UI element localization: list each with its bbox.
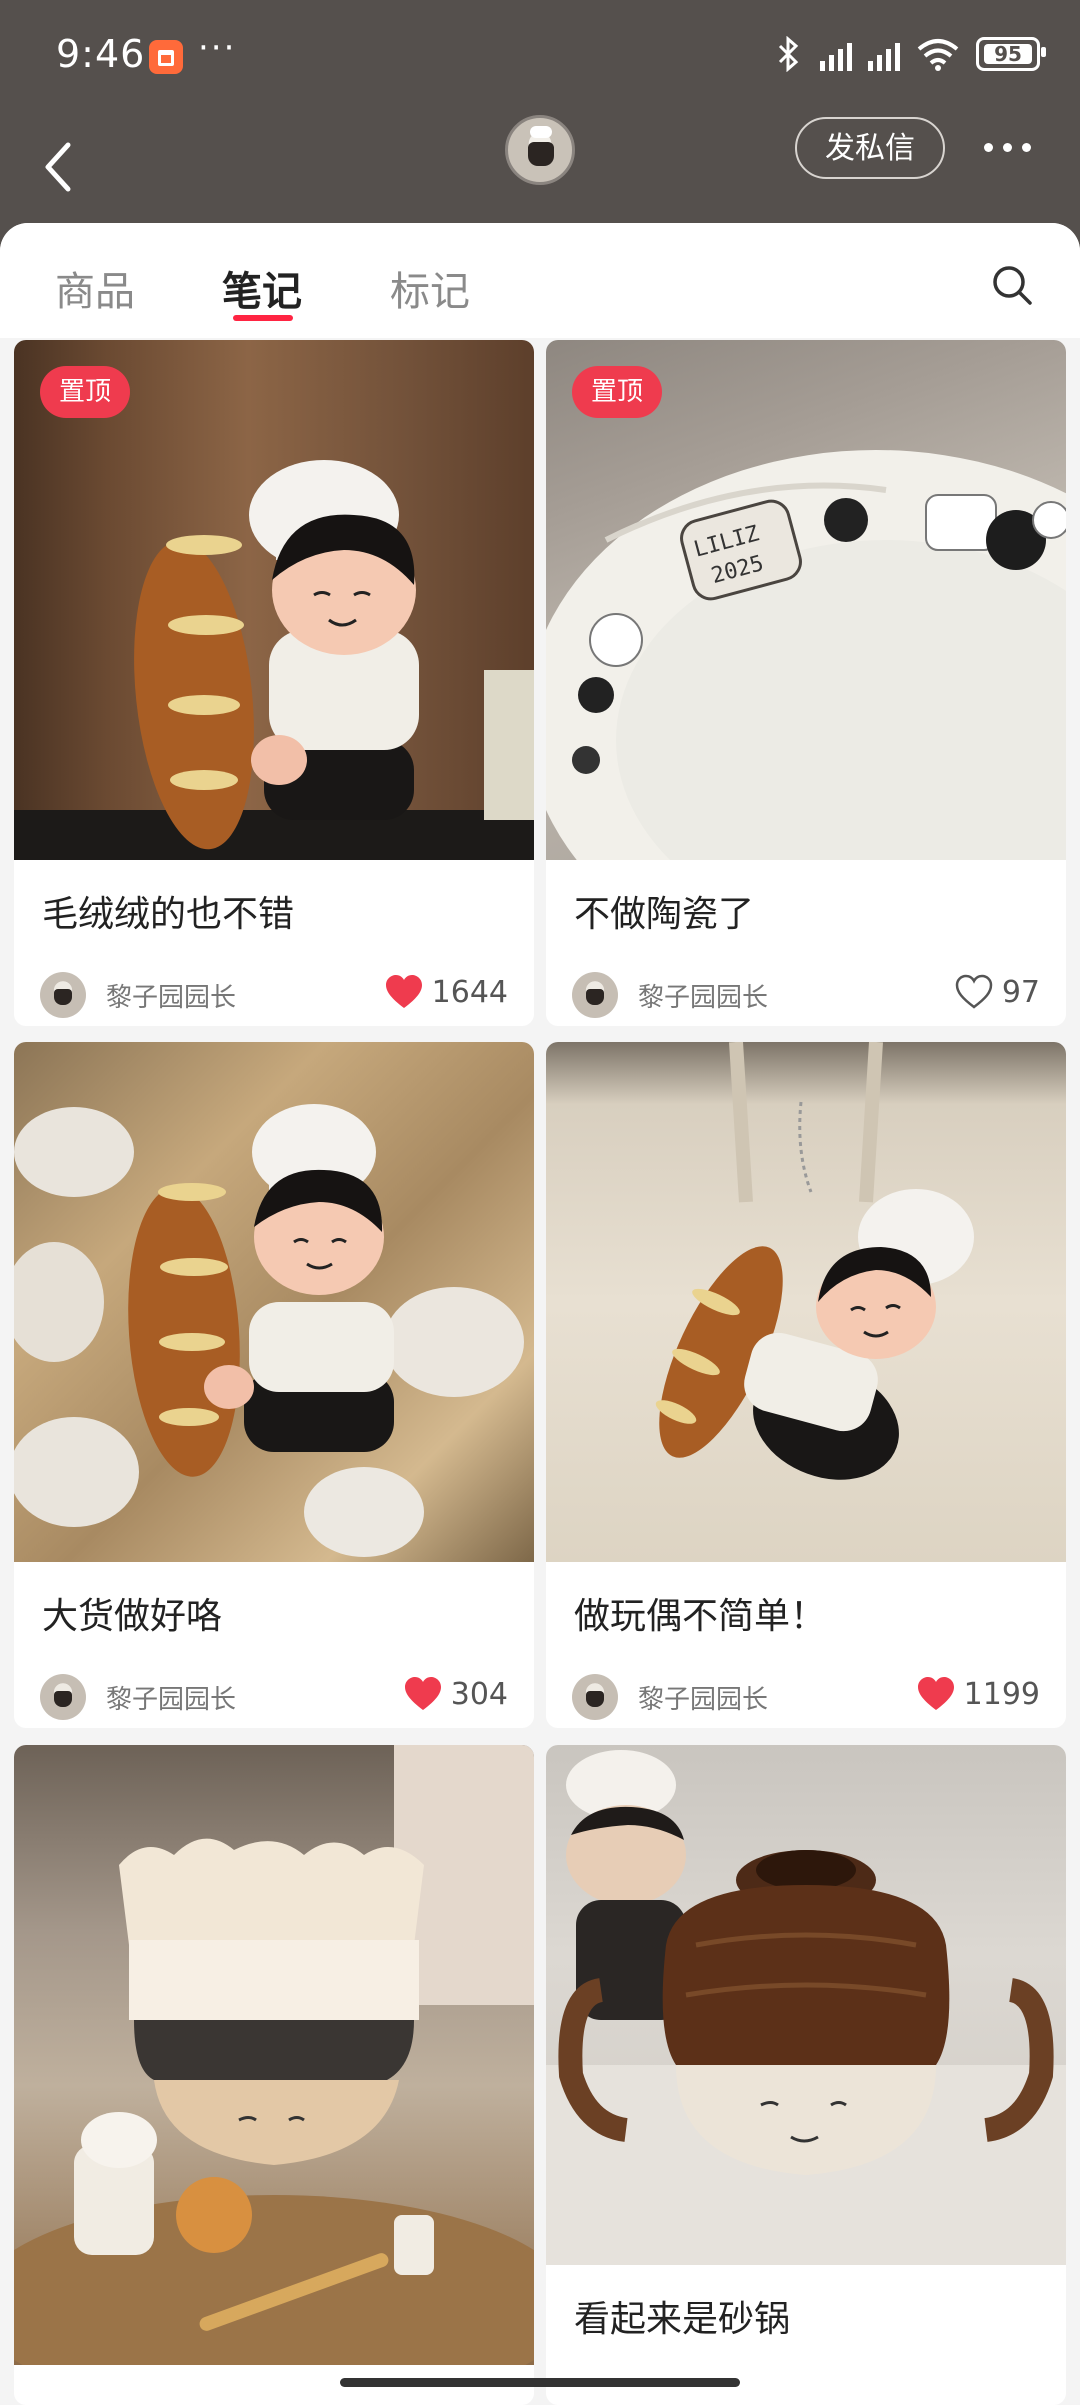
note-card[interactable]: LILIZ 2025 置顶 不做陶瓷了 黎子园园长 97: [546, 340, 1066, 1026]
heart-filled-icon: [917, 1677, 954, 1710]
status-more-icon: ···: [198, 28, 237, 68]
author-name: 黎子园园长: [106, 1684, 237, 1715]
note-title: 毛绒绒的也不错: [42, 894, 295, 935]
tab-notes[interactable]: 笔记: [222, 259, 302, 317]
heart-filled-icon: [404, 1677, 441, 1710]
clay-pot-photo: [546, 1750, 1066, 2265]
profile-avatar[interactable]: [505, 115, 575, 185]
plush-keychain-photo: [655, 1042, 974, 1480]
bluetooth-icon: [778, 36, 799, 72]
tab-products[interactable]: 商品: [55, 259, 135, 317]
note-author[interactable]: 黎子园园长: [40, 1674, 236, 1720]
tab-marks[interactable]: 标记: [390, 259, 470, 317]
plush-baker-photo: [14, 460, 534, 860]
pinned-badge: 置顶: [40, 366, 130, 418]
more-options-icon[interactable]: [984, 143, 1031, 152]
status-time: 9:46: [56, 32, 146, 76]
note-cover-image: LILIZ 2025 置顶: [546, 340, 1066, 860]
author-avatar: [572, 972, 618, 1018]
plush-in-bags-photo: [14, 1104, 524, 1557]
clay-baker-cup-photo: [14, 1745, 534, 2365]
author-avatar: [40, 972, 86, 1018]
heart-filled-icon: [385, 975, 422, 1008]
note-cover-image: [14, 1745, 534, 2365]
like-button[interactable]: 97: [954, 974, 1040, 1010]
notification-app-icon: [149, 40, 183, 74]
back-arrow-icon[interactable]: [40, 137, 80, 197]
note-card[interactable]: 看起来是砂锅: [546, 1745, 1066, 2405]
like-count: 1644: [431, 974, 508, 1010]
note-cover-image: [546, 1042, 1066, 1562]
home-indicator[interactable]: [340, 2378, 740, 2387]
battery-level: 95: [984, 44, 1032, 64]
note-author[interactable]: 黎子园园长: [40, 972, 236, 1018]
author-avatar: [572, 1674, 618, 1720]
note-title: 大货做好咯: [42, 1596, 223, 1637]
wifi-icon: [917, 39, 959, 71]
like-count: 97: [1001, 974, 1040, 1010]
send-message-button[interactable]: 发私信: [795, 117, 945, 179]
note-title: 做玩偶不简单！: [574, 1596, 827, 1637]
like-button[interactable]: 1199: [916, 1676, 1040, 1712]
note-author[interactable]: 黎子园园长: [572, 1674, 768, 1720]
author-avatar: [40, 1674, 86, 1720]
like-button[interactable]: 1644: [384, 974, 508, 1010]
note-cover-image: 置顶: [14, 340, 534, 860]
note-cover-image: [14, 1042, 534, 1562]
status-bar: 9:46 ··· 95: [0, 0, 1080, 115]
tab-bar: 商品 笔记 标记: [0, 223, 1080, 338]
note-card[interactable]: 置顶 毛绒绒的也不错 黎子园园长 1644: [14, 340, 534, 1026]
search-icon[interactable]: [990, 263, 1034, 307]
note-author[interactable]: 黎子园园长: [572, 972, 768, 1018]
author-name: 黎子园园长: [638, 982, 769, 1013]
author-name: 黎子园园长: [106, 982, 237, 1013]
signal-icon-1: [820, 37, 852, 71]
note-cover-image: [546, 1745, 1066, 2265]
ceramic-plate-photo: LILIZ 2025: [546, 450, 1066, 860]
note-card[interactable]: 大货做好咯 黎子园园长 304: [14, 1042, 534, 1728]
signal-icon-2: [868, 37, 900, 71]
active-tab-indicator: [233, 315, 293, 321]
pinned-badge: 置顶: [572, 366, 662, 418]
note-card[interactable]: [14, 1745, 534, 2405]
like-count: 304: [450, 1676, 508, 1712]
like-button[interactable]: 304: [403, 1676, 508, 1712]
note-card[interactable]: 做玩偶不简单！ 黎子园园长 1199: [546, 1042, 1066, 1728]
like-count: 1199: [963, 1676, 1040, 1712]
heart-outline-icon: [955, 974, 993, 1009]
battery-icon: 95: [976, 37, 1046, 71]
note-title: 看起来是砂锅: [574, 2299, 791, 2340]
note-title: 不做陶瓷了: [574, 894, 755, 935]
author-name: 黎子园园长: [638, 1684, 769, 1715]
